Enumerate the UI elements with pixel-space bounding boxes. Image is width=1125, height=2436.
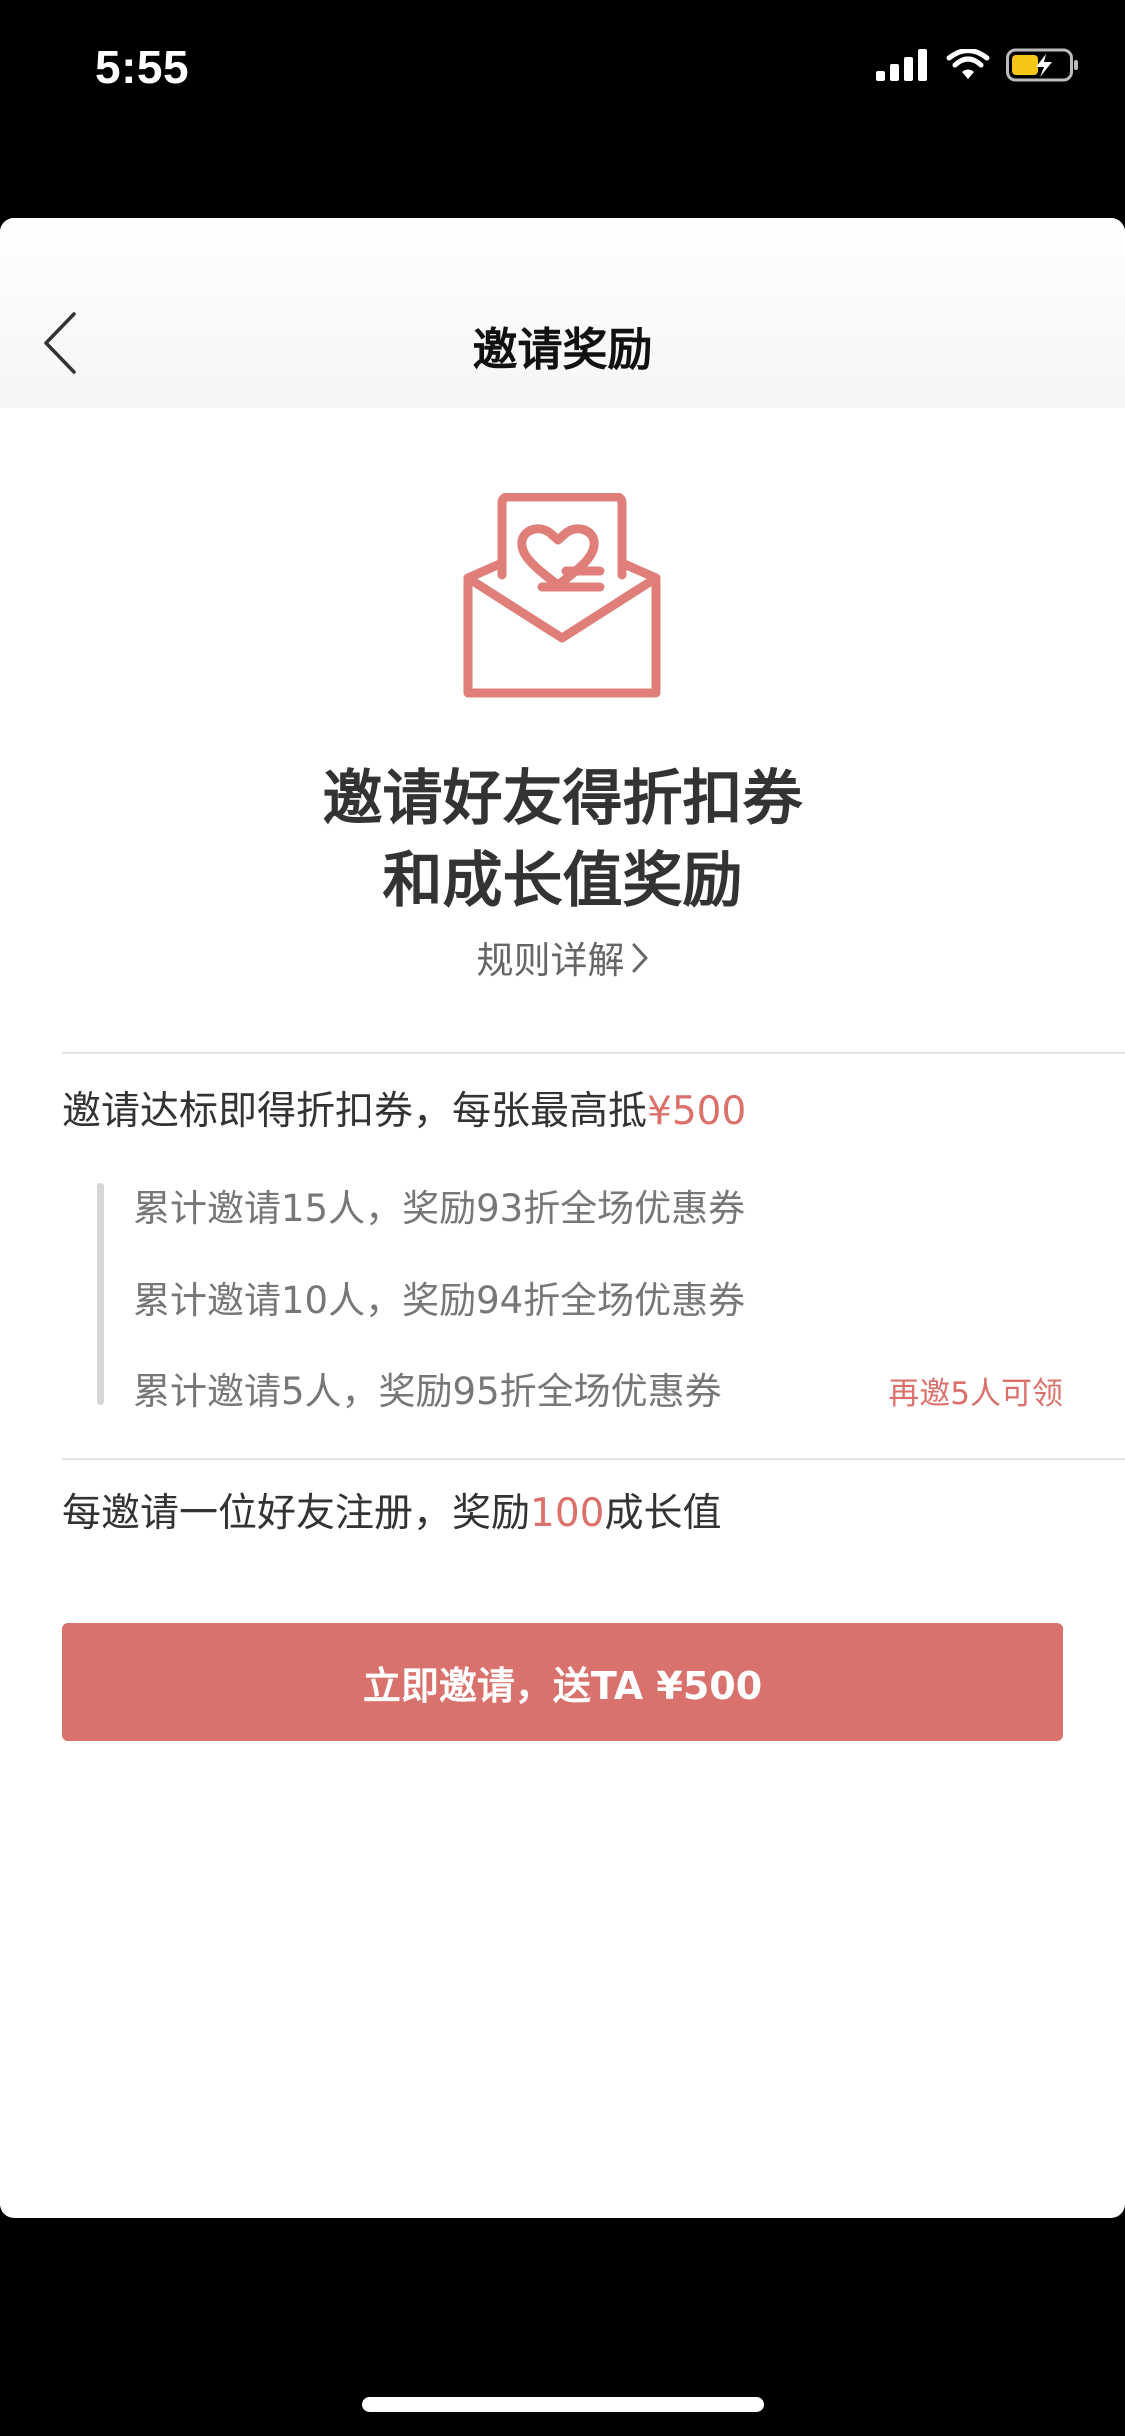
- headline-line-2: 和成长值奖励: [382, 846, 743, 916]
- main-sheet: 邀请奖励 邀请好友得折扣券 和成长值奖励 规则详解 邀请达标即得折扣券，每张最高…: [0, 218, 1125, 2218]
- home-indicator[interactable]: [362, 2397, 764, 2412]
- hero-headline: 邀请好友得折扣券 和成长值奖励: [0, 758, 1125, 922]
- navbar: 邀请奖励: [0, 218, 1125, 408]
- battery-icon: [1006, 48, 1078, 82]
- tier-item: 累计邀请5人，奖励95折全场优惠券: [133, 1370, 722, 1413]
- wifi-icon: [946, 49, 990, 79]
- tier-item: 累计邀请15人，奖励93折全场优惠券: [133, 1187, 746, 1230]
- status-time: 5:55: [95, 41, 190, 93]
- page-title: 邀请奖励: [472, 323, 653, 376]
- rules-link-label: 规则详解: [476, 939, 625, 982]
- growth-amount: 100: [530, 1491, 605, 1536]
- status-bar: 5:55: [0, 0, 1125, 140]
- tier-hint: 再邀5人可领: [888, 1376, 1063, 1412]
- coupon-section-title: 邀请达标即得折扣券，每张最高抵¥500: [62, 1080, 746, 1136]
- growth-section-title: 每邀请一位好友注册，奖励100成长值: [62, 1491, 722, 1536]
- chevron-right-icon: [631, 941, 649, 984]
- coupon-title-text: 邀请达标即得折扣券，每张最高抵: [62, 1089, 648, 1134]
- signal-icon: [876, 49, 927, 81]
- tier-item: 累计邀请10人，奖励94折全场优惠券: [133, 1279, 746, 1322]
- divider: [62, 1052, 1125, 1054]
- invite-button[interactable]: 立即邀请，送TA ¥500: [62, 1623, 1063, 1741]
- status-icons: [876, 48, 1080, 82]
- tier-bar: [97, 1183, 104, 1405]
- divider: [62, 1458, 1125, 1460]
- headline-line-1: 邀请好友得折扣券: [322, 764, 803, 834]
- coupon-max-amount: ¥500: [647, 1089, 747, 1134]
- envelope-heart-icon: [463, 493, 661, 698]
- rules-link[interactable]: 规则详解: [0, 930, 1125, 984]
